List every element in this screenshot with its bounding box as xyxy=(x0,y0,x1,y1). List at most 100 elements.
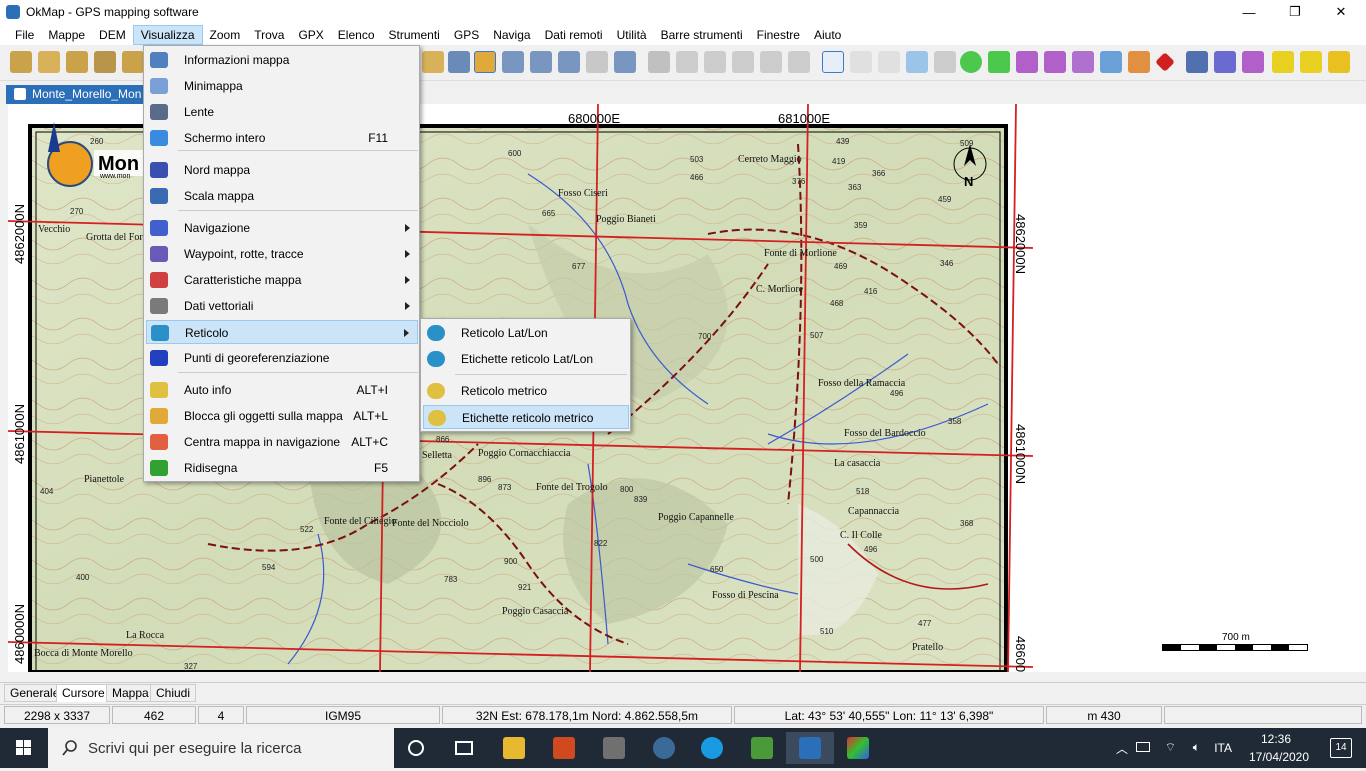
menu-zoom[interactable]: Zoom xyxy=(203,25,248,45)
wifi-icon[interactable]: ⌔ xyxy=(1165,740,1176,755)
map-export-icon[interactable] xyxy=(122,51,144,73)
grid-tool-icon[interactable] xyxy=(676,51,698,73)
nav-marker-icon[interactable] xyxy=(1186,51,1208,73)
menu-naviga[interactable]: Naviga xyxy=(486,25,537,45)
select-box-icon[interactable] xyxy=(878,51,900,73)
minimize-button[interactable]: — xyxy=(1226,0,1272,24)
menu-dem[interactable]: DEM xyxy=(92,25,133,45)
okmap-taskbar-icon[interactable] xyxy=(786,732,834,764)
tab-cursore[interactable]: Cursore xyxy=(56,684,111,702)
menu-item-reticolo[interactable]: Reticolo xyxy=(146,320,418,344)
pencil-icon[interactable] xyxy=(1128,51,1150,73)
lock-toggle-icon[interactable] xyxy=(474,51,496,73)
waypoint-label-icon[interactable] xyxy=(988,51,1010,73)
menu-item-ridisegna[interactable]: Ridisegna F5 xyxy=(146,456,418,480)
menu-item-centra-mappa-in-navigazione[interactable]: Centra mappa in navigazione ALT+C xyxy=(146,430,418,454)
menu-trova[interactable]: Trova xyxy=(247,25,291,45)
zoom-icon[interactable] xyxy=(448,51,470,73)
menu-item-blocca-gli-oggetti-sulla-mappa[interactable]: Blocca gli oggetti sulla mappa ALT+L xyxy=(146,404,418,428)
skype-icon[interactable] xyxy=(692,732,732,764)
edit-icon[interactable] xyxy=(648,51,670,73)
tab-mappa[interactable]: Mappa xyxy=(106,684,155,702)
zoom-out-icon[interactable] xyxy=(530,51,552,73)
clock-time[interactable]: 12:36 xyxy=(1246,732,1306,746)
menu-gps[interactable]: GPS xyxy=(447,25,486,45)
ruler-icon[interactable] xyxy=(1272,51,1294,73)
paste-icon[interactable] xyxy=(760,51,782,73)
ruler-add-icon[interactable] xyxy=(1300,51,1322,73)
menu-barre-strumenti[interactable]: Barre strumenti xyxy=(654,25,750,45)
task-view-button[interactable] xyxy=(396,732,436,764)
steam-icon[interactable] xyxy=(644,732,684,764)
file-explorer-icon[interactable] xyxy=(494,732,534,764)
menu-mappe[interactable]: Mappe xyxy=(41,25,92,45)
battery-icon[interactable] xyxy=(1136,742,1150,752)
map-folder-icon[interactable] xyxy=(94,51,116,73)
chevron-up-icon[interactable]: ︿ xyxy=(1116,740,1128,757)
menu-item-caratteristiche-mappa[interactable]: Caratteristiche mappa xyxy=(146,268,418,292)
menu-visualizza[interactable]: Visualizza xyxy=(132,24,203,45)
red-marker-icon[interactable] xyxy=(1155,52,1175,72)
menu-aiuto[interactable]: Aiuto xyxy=(807,25,848,45)
menu-item-nord-mappa[interactable]: Nord mappa xyxy=(146,158,418,182)
menu-item-dati-vettoriali[interactable]: Dati vettoriali xyxy=(146,294,418,318)
save-icon[interactable] xyxy=(66,51,88,73)
zoom-scale-icon[interactable] xyxy=(586,51,608,73)
submenu-item-etichette-reticolo-metrico[interactable]: Etichette reticolo metrico xyxy=(423,405,629,429)
zoom-in-icon[interactable] xyxy=(502,51,524,73)
menu-item-punti-di-georeferenziazione[interactable]: Punti di georeferenziazione xyxy=(146,346,418,370)
menu-item-schermo-intero[interactable]: Schermo intero F11 xyxy=(146,126,418,150)
waypoint-link-icon[interactable] xyxy=(1214,51,1236,73)
menu-finestre[interactable]: Finestre xyxy=(750,25,807,45)
open-folder-icon[interactable] xyxy=(38,51,60,73)
clock-date[interactable]: 17/04/2020 xyxy=(1244,750,1314,764)
menu-item-informazioni-mappa[interactable]: Informazioni mappa xyxy=(146,48,418,72)
route-icon[interactable] xyxy=(1016,51,1038,73)
start-button[interactable] xyxy=(0,728,48,768)
powerpoint-icon[interactable] xyxy=(544,732,584,764)
copy-icon[interactable] xyxy=(732,51,754,73)
submenu-item-reticolo-metrico[interactable]: Reticolo metrico xyxy=(423,379,629,403)
zoom-1-1-icon[interactable] xyxy=(614,51,636,73)
eraser-icon[interactable] xyxy=(906,51,928,73)
move-icon[interactable] xyxy=(934,51,956,73)
submenu-item-reticolo-lat-lon[interactable]: Reticolo Lat/Lon xyxy=(423,321,629,345)
delete-tool-icon[interactable] xyxy=(788,51,810,73)
menu-item-navigazione[interactable]: Navigazione xyxy=(146,216,418,240)
menu-dati-remoti[interactable]: Dati remoti xyxy=(538,25,610,45)
close-button[interactable]: ✕ xyxy=(1318,0,1364,24)
menu-strumenti[interactable]: Strumenti xyxy=(382,25,447,45)
shape-icon[interactable] xyxy=(1100,51,1122,73)
task-view-icon[interactable] xyxy=(444,732,484,764)
menu-gpx[interactable]: GPX xyxy=(291,25,330,45)
maximize-button[interactable]: ❐ xyxy=(1272,0,1318,24)
layers-icon[interactable] xyxy=(704,51,726,73)
document-tab[interactable]: Monte_Morello_Mon xyxy=(6,85,156,104)
tab-chiudi[interactable]: Chiudi xyxy=(150,684,197,702)
menu-item-lente[interactable]: Lente xyxy=(146,100,418,124)
menu-item-waypoint-rotte-tracce[interactable]: Waypoint, rotte, tracce xyxy=(146,242,418,266)
menu-elenco[interactable]: Elenco xyxy=(331,25,382,45)
map-window-icon[interactable] xyxy=(422,51,444,73)
route-link-icon[interactable] xyxy=(1242,51,1264,73)
polygon-icon[interactable] xyxy=(1072,51,1094,73)
open-map-icon[interactable] xyxy=(10,51,32,73)
select-arrow-icon[interactable] xyxy=(822,51,844,73)
chart-app-icon[interactable] xyxy=(742,732,782,764)
menu-file[interactable]: File xyxy=(8,25,41,45)
select-add-icon[interactable] xyxy=(850,51,872,73)
taskbar-search-box[interactable]: Scrivi qui per eseguire la ricerca xyxy=(48,728,394,768)
menu-item-auto-info[interactable]: Auto info ALT+I xyxy=(146,378,418,402)
menu-item-minimappa[interactable]: Minimappa xyxy=(146,74,418,98)
waypoint-smile-icon[interactable] xyxy=(960,51,982,73)
image-app-icon[interactable] xyxy=(838,732,878,764)
language-indicator[interactable]: ITA xyxy=(1214,741,1232,755)
notification-count[interactable]: 14 xyxy=(1330,738,1352,758)
track-icon[interactable] xyxy=(1044,51,1066,73)
submenu-item-etichette-reticolo-lat-lon[interactable]: Etichette reticolo Lat/Lon xyxy=(423,347,629,371)
menu-utilita[interactable]: Utilità xyxy=(610,25,654,45)
calculator-icon[interactable] xyxy=(594,732,634,764)
ruler-clear-icon[interactable] xyxy=(1328,51,1350,73)
zoom-fit-icon[interactable] xyxy=(558,51,580,73)
volume-icon[interactable]: 🔈︎ xyxy=(1193,740,1200,755)
